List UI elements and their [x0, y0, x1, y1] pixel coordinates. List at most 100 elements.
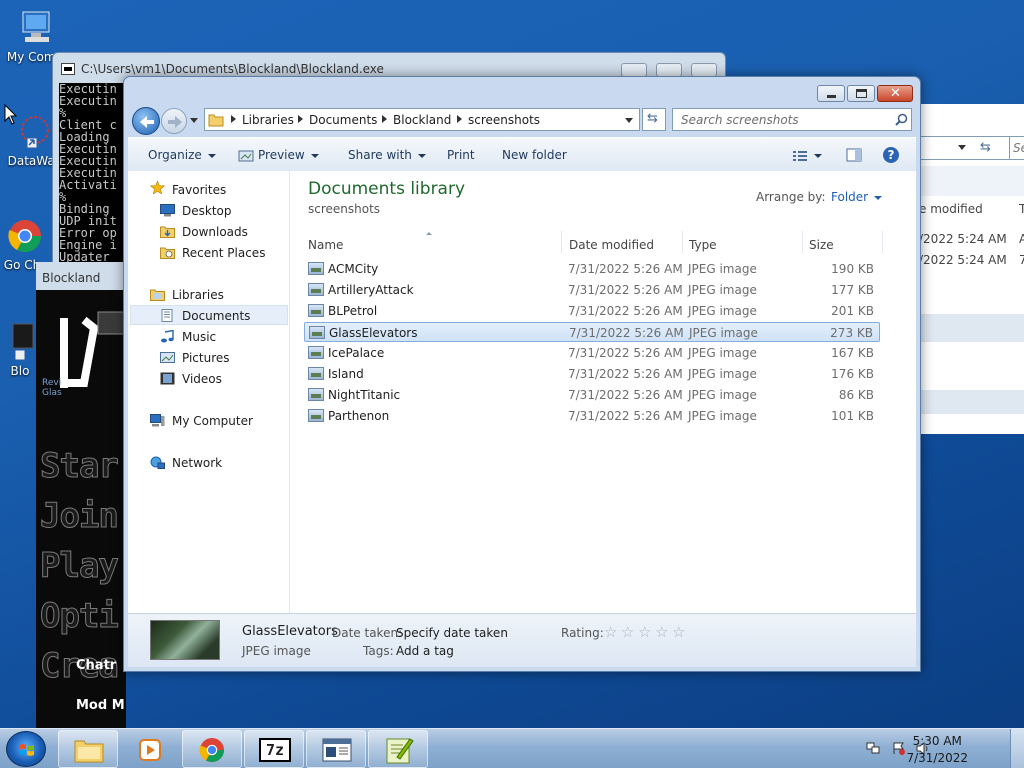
file-type: JPEG image [688, 367, 757, 381]
nav-libraries[interactable]: Libraries [172, 288, 224, 302]
console-close-button[interactable] [691, 63, 717, 77]
share-with-button[interactable]: Share with [348, 148, 426, 162]
nav-network[interactable]: Network [172, 456, 222, 470]
start-button[interactable] [6, 731, 46, 767]
arrange-by-dropdown[interactable]: Folder [831, 190, 883, 204]
nav-documents-selected[interactable]: Documents [130, 305, 288, 325]
rating-star-icon[interactable]: ☆ [672, 623, 685, 641]
file-name: GlassElevators [329, 326, 418, 340]
desktop-icon [160, 204, 175, 217]
file-type: JPEG image [688, 346, 757, 360]
back-button[interactable] [132, 107, 160, 135]
taskbar-explorer-button[interactable] [58, 730, 118, 768]
console-minimize-button[interactable] [621, 63, 647, 77]
file-type: JPEG image [688, 304, 757, 318]
file-size: 176 KB [831, 367, 874, 381]
recent-pages-chevron-icon[interactable] [190, 118, 198, 123]
blockland-menu-start[interactable]: Star [40, 446, 120, 487]
console-line: Executin [59, 94, 117, 108]
breadcrumb-separator-icon[interactable] [231, 115, 236, 123]
file-row[interactable]: BLPetrol 7/31/2022 5:26 AM JPEG image 201 K… [304, 301, 880, 321]
nav-music[interactable]: Music [182, 330, 216, 344]
breadcrumb-screenshots[interactable]: screenshots [468, 113, 540, 127]
preview-button[interactable]: Preview [238, 148, 319, 162]
change-view-button[interactable] [792, 148, 822, 162]
file-row[interactable]: Parthenon 7/31/2022 5:26 AM JPEG image 101 … [304, 406, 880, 426]
refresh-icon[interactable]: ⇆ [980, 140, 991, 155]
organize-button[interactable]: Organize [148, 148, 216, 162]
media-player-icon [139, 739, 161, 761]
nav-videos[interactable]: Videos [182, 372, 222, 386]
show-desktop-button[interactable] [1010, 729, 1024, 768]
taskbar-media-player-button[interactable] [120, 730, 180, 768]
breadcrumb-separator-icon[interactable] [298, 115, 303, 123]
nav-my-computer[interactable]: My Computer [172, 414, 253, 428]
rating-star-icon[interactable]: ☆ [655, 623, 668, 641]
taskbar-chrome-button[interactable] [182, 730, 242, 768]
rating-star-icon[interactable]: ☆ [621, 623, 634, 641]
close-button[interactable]: ✕ [877, 85, 913, 102]
detail-file-name: GlassElevators [242, 624, 338, 639]
file-row[interactable]: Island 7/31/2022 5:26 AM JPEG image 176 KB [304, 364, 880, 384]
column-header-date[interactable]: Date modified [563, 231, 683, 253]
blockland-menu-join[interactable]: Join [40, 496, 120, 537]
address-dropdown-chevron-icon[interactable] [625, 118, 633, 123]
print-button[interactable]: Print [447, 148, 475, 162]
breadcrumb-separator-icon[interactable] [382, 115, 387, 123]
file-row[interactable]: ACMCity 7/31/2022 5:26 AM JPEG image 190 KB [304, 259, 880, 279]
taskbar-7zip-button[interactable]: 7z [244, 730, 304, 768]
detail-file-type: JPEG image [242, 644, 311, 658]
file-name: ArtilleryAttack [328, 283, 414, 297]
breadcrumb-blockland[interactable]: Blockland [393, 113, 451, 127]
blockland-menu-options[interactable]: Opti [40, 596, 120, 637]
system-clock[interactable]: 5:30 AM 7/31/2022 [906, 734, 968, 765]
maximize-button[interactable] [847, 85, 875, 102]
nav-pictures[interactable]: Pictures [182, 351, 230, 365]
taskbar-notepad-button[interactable] [368, 730, 428, 768]
desktop-icon-blockland[interactable]: Blo [0, 322, 40, 378]
file-type: JPEG image [688, 283, 757, 297]
refresh-button[interactable]: ⇆ [642, 108, 666, 131]
forward-button[interactable] [161, 108, 187, 134]
background-search-input[interactable]: Se [1009, 136, 1024, 160]
breadcrumb-libraries[interactable]: Libraries [242, 113, 294, 127]
new-folder-button[interactable]: New folder [502, 148, 567, 162]
file-row[interactable]: IcePalace 7/31/2022 5:26 AM JPEG image 167 … [304, 343, 880, 363]
explorer-window[interactable]: ✕ Libraries Documents Blockland screensh… [123, 76, 921, 672]
blockland-chatroom-label[interactable]: Chatr [76, 658, 116, 673]
address-bar[interactable]: Libraries Documents Blockland screenshot… [204, 108, 640, 131]
file-name: Island [328, 367, 364, 381]
tags-value[interactable]: Add a tag [396, 644, 454, 658]
search-input[interactable]: Search screenshots [672, 108, 912, 131]
nav-downloads[interactable]: Downloads [182, 225, 248, 239]
file-row[interactable]: NightTitanic 7/31/2022 5:26 AM JPEG image 8… [304, 385, 880, 405]
rating-star-icon[interactable]: ☆ [604, 623, 617, 641]
column-header-size[interactable]: Size [803, 231, 883, 253]
nav-favorites[interactable]: Favorites [172, 183, 226, 197]
background-explorer-window[interactable]: ⇆ Se e modified T /2022 5:24 AM A /2022 … [918, 104, 1024, 434]
help-button[interactable]: ? [882, 146, 900, 167]
action-center-flag-icon[interactable] [892, 742, 906, 755]
jpeg-file-icon [309, 326, 325, 339]
file-row[interactable]: ArtilleryAttack 7/31/2022 5:26 AM JPEG ima… [304, 280, 880, 300]
column-header-name[interactable]: Name [302, 231, 562, 253]
date-taken-value[interactable]: Specify date taken [396, 626, 508, 640]
breadcrumb-documents[interactable]: Documents [309, 113, 377, 127]
taskbar-console-button[interactable] [306, 730, 366, 768]
preview-pane-button[interactable] [846, 148, 862, 165]
videos-icon [160, 372, 175, 385]
blockland-menu-play[interactable]: Play [40, 546, 120, 587]
console-maximize-button[interactable] [656, 63, 682, 77]
blockland-window[interactable]: Blockland Revi Glas Star Join Play Opti … [36, 262, 126, 728]
minimize-button[interactable] [817, 85, 845, 102]
network-tray-icon[interactable] [866, 742, 880, 755]
nav-desktop[interactable]: Desktop [182, 204, 232, 218]
column-header-type[interactable]: Type [683, 231, 803, 253]
blockland-mod-manager-label[interactable]: Mod M [76, 698, 125, 713]
nav-recent-places[interactable]: Recent Places [182, 246, 265, 260]
file-row[interactable]: GlassElevators 7/31/2022 5:26 AM JPEG imag… [304, 322, 880, 342]
breadcrumb-separator-icon[interactable] [457, 115, 462, 123]
7zip-icon: 7z [259, 738, 291, 762]
rating-star-icon[interactable]: ☆ [638, 623, 651, 641]
file-type: JPEG image [688, 388, 757, 402]
